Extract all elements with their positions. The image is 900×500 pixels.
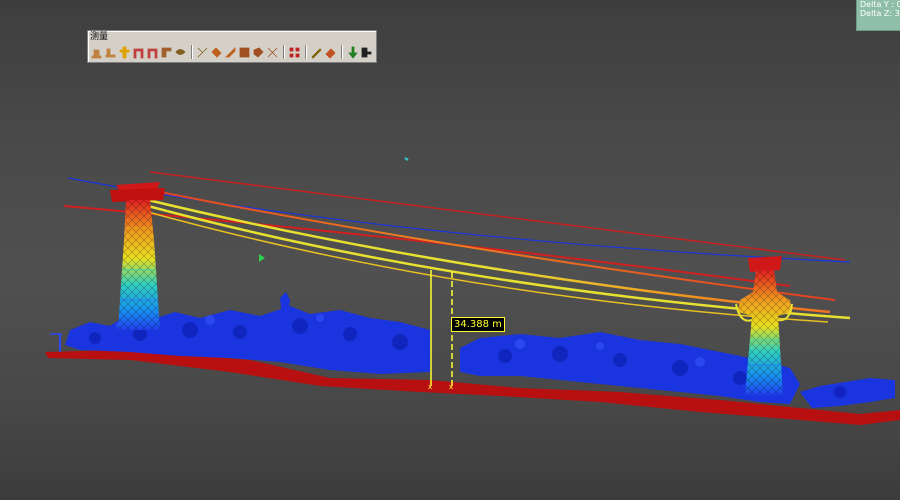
measure-vertical-icon [119, 46, 130, 58]
coordinate-readout: Delta Y : 0 Delta Z: 34 [856, 0, 900, 31]
measure-toolbar: 测量 [87, 30, 377, 63]
svg-text:x: x [428, 383, 432, 391]
measure-height-icon [91, 49, 102, 58]
measure-distance-button[interactable] [104, 45, 117, 59]
measure-area-icon [239, 47, 250, 57]
pencil-icon [311, 47, 322, 59]
measure-angle-button[interactable] [196, 45, 209, 59]
toolbar-separator [191, 45, 193, 59]
small-post [50, 333, 62, 352]
grid-icon [289, 47, 300, 57]
eraser-button[interactable] [324, 45, 337, 59]
measure-volume-icon [253, 47, 264, 58]
measure-sag-icon [161, 47, 172, 57]
power-lines [63, 157, 851, 323]
measure-span-button[interactable] [146, 45, 159, 59]
delta-z-readout: Delta Z: 34 [860, 9, 900, 18]
export-icon [348, 46, 358, 59]
delta-y-readout: Delta Y : 0 [860, 0, 900, 9]
toolbar-separator [283, 45, 285, 59]
measure-vertical-button[interactable] [118, 45, 131, 59]
measure-cross-icon [267, 47, 278, 57]
measure-point-button[interactable] [210, 45, 223, 59]
measure-line-icon [225, 46, 236, 57]
measure-line-button[interactable] [224, 45, 237, 59]
measure-cross-button[interactable] [266, 45, 279, 59]
measure-height-button[interactable] [90, 45, 103, 59]
measure-tree-button[interactable] [174, 45, 187, 59]
measure-span-icon [147, 48, 158, 58]
measure-sag-button[interactable] [160, 45, 173, 59]
toolbar-buttons [90, 44, 374, 60]
green-marker [259, 254, 265, 262]
svg-text:x: x [449, 383, 453, 391]
measure-clearance-icon [133, 48, 144, 58]
measure-distance-icon [105, 48, 116, 57]
pencil-button[interactable] [310, 45, 323, 59]
measure-volume-button[interactable] [252, 45, 265, 59]
measure-point-icon [211, 46, 222, 58]
measurement-label: 34.388 m [451, 317, 505, 332]
measurement-lines: x x [428, 270, 453, 391]
grid-button[interactable] [288, 45, 301, 59]
export-button[interactable] [346, 45, 359, 59]
left-tower [110, 182, 165, 330]
exit-icon [361, 47, 372, 57]
measure-area-button[interactable] [238, 45, 251, 59]
measure-clearance-button[interactable] [132, 45, 145, 59]
toolbar-title: 测量 [90, 32, 109, 42]
eraser-icon [325, 47, 336, 59]
toolbar-separator [341, 45, 343, 59]
measure-tree-icon [175, 48, 186, 55]
exit-button[interactable] [360, 45, 373, 59]
toolbar-separator [305, 45, 307, 59]
measure-angle-icon [197, 47, 208, 57]
point-cloud-viewport[interactable]: x x [0, 0, 900, 500]
